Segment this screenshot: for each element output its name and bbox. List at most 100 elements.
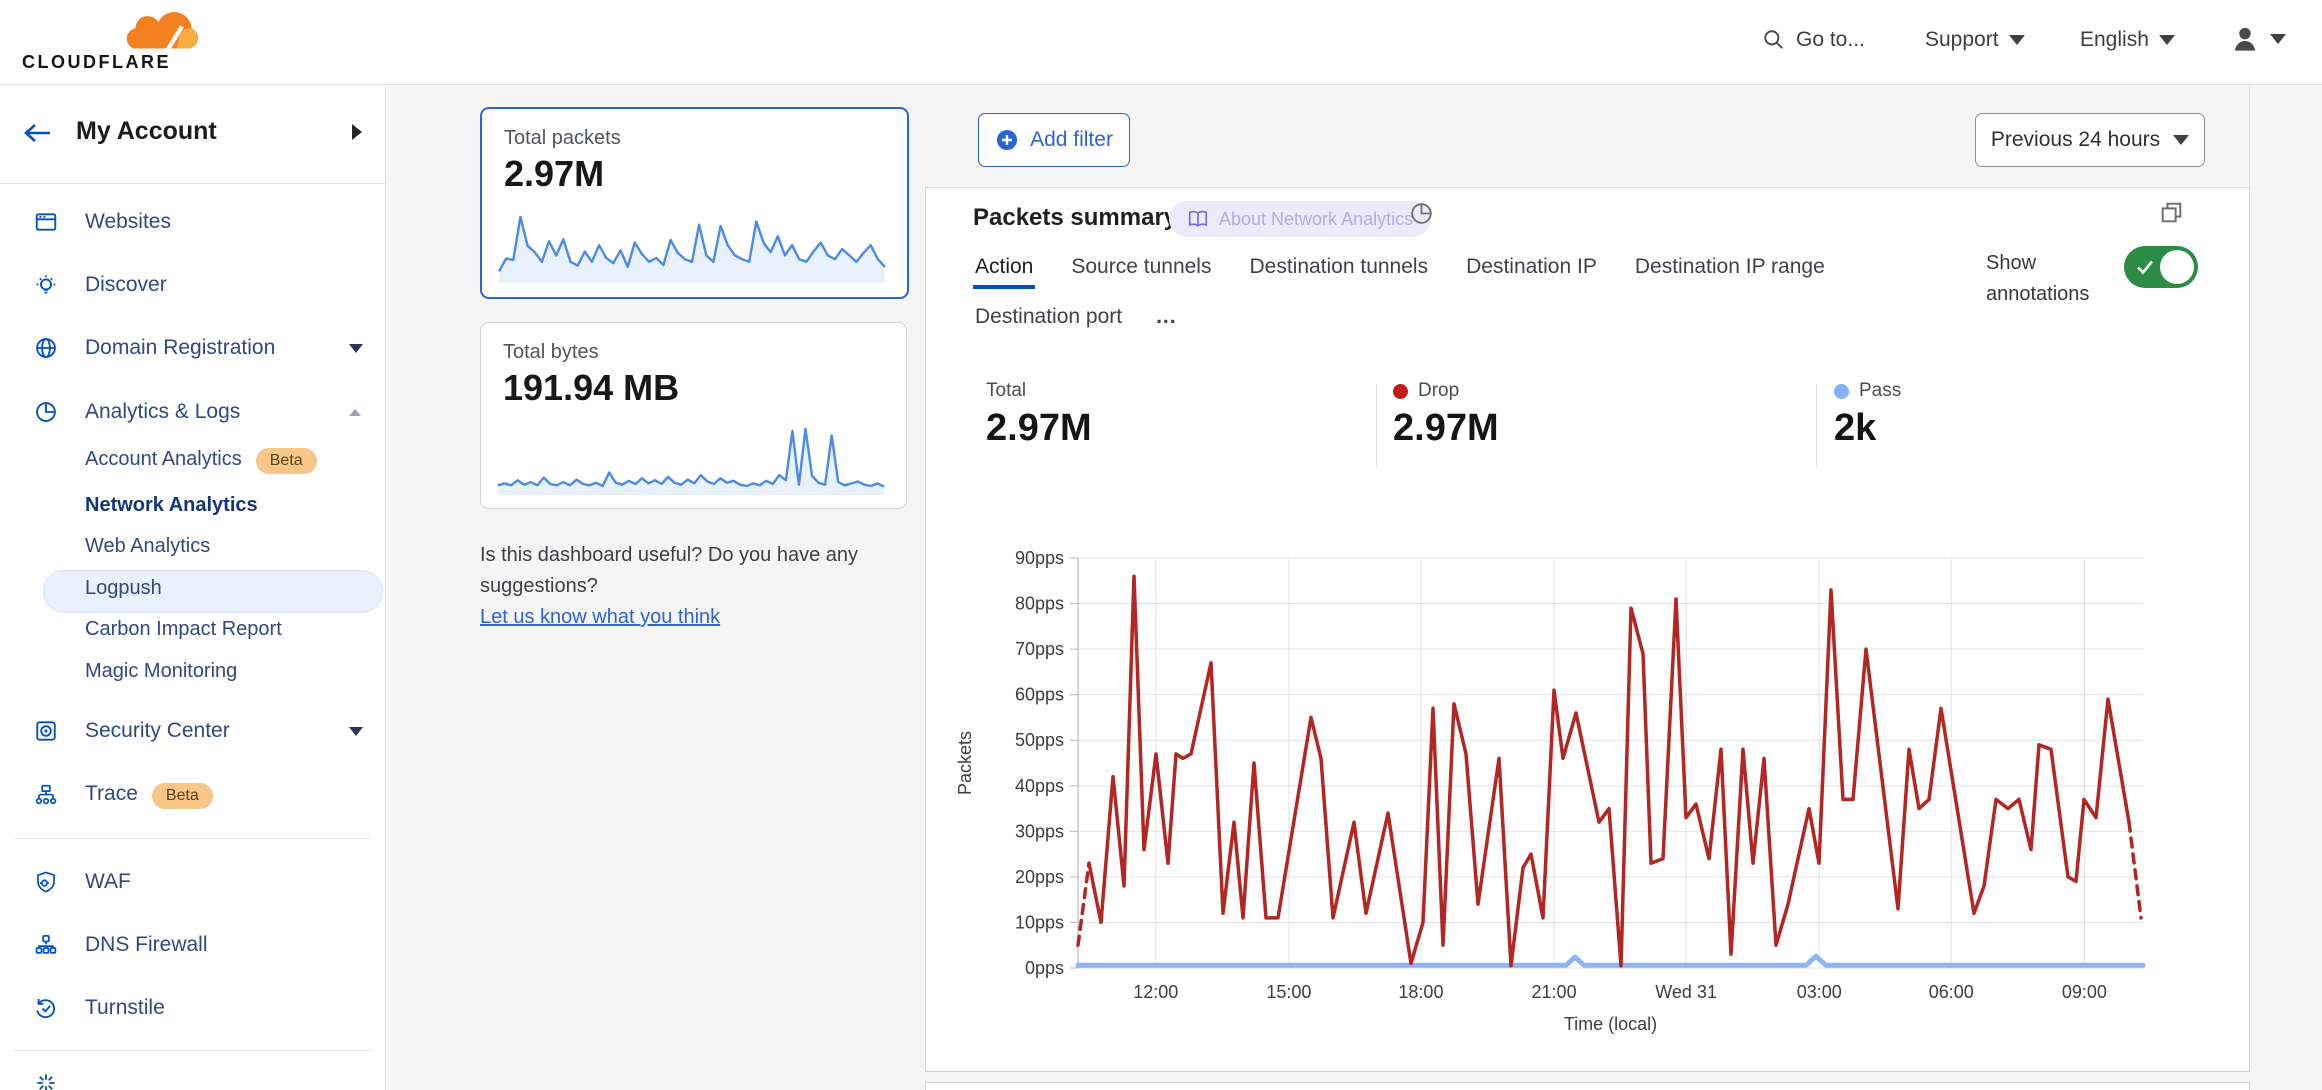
refresh-check-icon <box>34 996 58 1020</box>
add-filter-button[interactable]: Add filter <box>978 113 1130 167</box>
search-icon <box>1762 28 1786 52</box>
card-label: Total bytes <box>503 341 599 364</box>
card-value: 2.97M <box>504 153 604 195</box>
svg-text:09:00: 09:00 <box>2062 982 2107 1002</box>
svg-text:0pps: 0pps <box>1025 958 1064 978</box>
support-menu[interactable]: Support <box>1925 28 2025 52</box>
chevron-down-icon <box>349 727 363 736</box>
total-bytes-sparkline <box>495 423 887 497</box>
svg-text:40pps: 40pps <box>1015 776 1064 796</box>
language-menu[interactable]: English <box>2080 28 2175 52</box>
back-arrow-icon[interactable] <box>22 120 54 146</box>
account-name[interactable]: My Account <box>76 117 217 146</box>
svg-text:10pps: 10pps <box>1015 912 1064 932</box>
show-annotations-toggle[interactable] <box>2124 246 2198 288</box>
cloudflare-cloud-icon <box>110 8 210 52</box>
stat-value: 2.97M <box>1393 407 1499 450</box>
sidebar-item-waf[interactable]: WAF <box>0 859 385 905</box>
card-label: Total packets <box>504 127 621 150</box>
stat-divider <box>1376 384 1377 468</box>
sidebar-item-domain-registration[interactable]: Domain Registration <box>0 325 385 371</box>
dimension-tabs: Action Source tunnels Destination tunnel… <box>973 243 1827 293</box>
trace-tree-icon <box>34 783 58 807</box>
sidebar-item-label: WAF <box>85 870 131 894</box>
goto-search[interactable]: Go to... <box>1762 28 1865 52</box>
stat-pass: Pass 2k <box>1834 380 1901 450</box>
expand-icon[interactable] <box>2158 199 2185 226</box>
svg-text:50pps: 50pps <box>1015 730 1064 750</box>
vault-icon <box>34 719 58 743</box>
about-network-analytics-badge[interactable]: About Network Analytics <box>1169 201 1431 237</box>
starburst-icon <box>34 1071 58 1090</box>
book-icon <box>1187 208 1209 230</box>
sidebar-item-security-center[interactable]: Security Center <box>0 708 385 754</box>
chevron-down-icon <box>2270 34 2286 44</box>
chevron-right-icon[interactable] <box>352 124 362 140</box>
toggle-knob <box>2160 250 2194 284</box>
packets-line-chart: 0pps10pps20pps30pps40pps50pps60pps70pps8… <box>941 546 2261 1051</box>
sidebar-item-label: DNS Firewall <box>85 933 208 957</box>
svg-text:Packets: Packets <box>955 731 975 795</box>
beta-badge: Beta <box>152 783 213 809</box>
sidebar-item-account-analytics[interactable]: Account AnalyticsBeta <box>0 441 385 481</box>
svg-text:20pps: 20pps <box>1015 867 1064 887</box>
support-label: Support <box>1925 28 1999 52</box>
logo-wordmark: CLOUDFLARE <box>22 52 171 73</box>
chevron-up-icon <box>349 409 361 416</box>
sidebar-item-logpush[interactable]: Logpush <box>0 568 385 608</box>
stat-divider <box>1816 384 1817 468</box>
chevron-down-icon <box>2173 135 2189 145</box>
sidebar-item-web-analytics[interactable]: Web Analytics <box>0 526 385 566</box>
sidebar-item-label: Carbon Impact Report <box>85 618 282 641</box>
stat-label: Pass <box>1834 380 1901 402</box>
sidebar-item-label: Web Analytics <box>85 535 210 558</box>
total-packets-card[interactable]: Total packets 2.97M <box>480 107 909 299</box>
plus-circle-icon <box>995 128 1019 152</box>
tab-destination-port[interactable]: Destination port <box>973 293 1124 343</box>
feedback-link[interactable]: Let us know what you think <box>480 606 720 628</box>
total-bytes-card[interactable]: Total bytes 191.94 MB <box>480 322 907 509</box>
sidebar-item-discover[interactable]: Discover <box>0 262 385 308</box>
sidebar-item-trace[interactable]: TraceBeta <box>0 772 385 818</box>
svg-text:Wed 31: Wed 31 <box>1655 982 1717 1002</box>
more-tabs-ellipsis[interactable]: ... <box>1154 293 1179 343</box>
tab-action[interactable]: Action <box>973 243 1035 293</box>
svg-text:12:00: 12:00 <box>1133 982 1178 1002</box>
sidebar-item-network-analytics[interactable]: Network Analytics <box>0 484 385 526</box>
card-value: 191.94 MB <box>503 367 679 409</box>
stat-drop: Drop 2.97M <box>1393 380 1499 450</box>
sidebar-item-magic-monitoring[interactable]: Magic Monitoring <box>0 651 385 691</box>
sidebar-item-analytics-logs[interactable]: Analytics & Logs <box>0 389 385 435</box>
sidebar-item-dns-firewall[interactable]: DNS Firewall <box>0 922 385 968</box>
tab-destination-ip[interactable]: Destination IP <box>1464 243 1599 293</box>
pie-chart-icon[interactable] <box>1409 201 1434 226</box>
pass-color-dot <box>1834 384 1849 399</box>
svg-text:15:00: 15:00 <box>1266 982 1311 1002</box>
show-annotations-label: Show annotations <box>1986 248 2101 310</box>
svg-text:80pps: 80pps <box>1015 594 1064 614</box>
sidebar-item-partial[interactable] <box>0 1068 385 1090</box>
svg-text:18:00: 18:00 <box>1398 982 1443 1002</box>
sidebar-divider <box>14 1050 371 1051</box>
sidebar-item-turnstile[interactable]: Turnstile <box>0 985 385 1031</box>
sidebar-item-websites[interactable]: Websites <box>0 199 385 245</box>
time-range-selector[interactable]: Previous 24 hours <box>1975 113 2205 167</box>
tab-destination-ip-range[interactable]: Destination IP range <box>1633 243 1827 293</box>
cloudflare-logo[interactable]: CLOUDFLARE <box>22 8 212 74</box>
chevron-down-icon <box>2159 35 2175 45</box>
svg-text:30pps: 30pps <box>1015 821 1064 841</box>
total-packets-sparkline <box>496 211 888 285</box>
feedback-block: Is this dashboard useful? Do you have an… <box>480 540 910 633</box>
sidebar-item-label: Domain Registration <box>85 336 275 360</box>
sidebar-item-carbon-impact[interactable]: Carbon Impact Report <box>0 609 385 649</box>
panel-title: Packets summary <box>973 204 1177 232</box>
svg-text:Time (local): Time (local) <box>1564 1014 1657 1034</box>
tab-destination-tunnels[interactable]: Destination tunnels <box>1247 243 1430 293</box>
tab-source-tunnels[interactable]: Source tunnels <box>1069 243 1213 293</box>
chevron-down-icon <box>349 344 363 353</box>
feedback-text: Is this dashboard useful? Do you have an… <box>480 540 910 602</box>
user-menu[interactable] <box>2230 24 2286 54</box>
stat-label: Total <box>986 380 1092 402</box>
account-switcher: My Account <box>0 84 385 184</box>
next-panel-edge <box>925 1082 2250 1090</box>
